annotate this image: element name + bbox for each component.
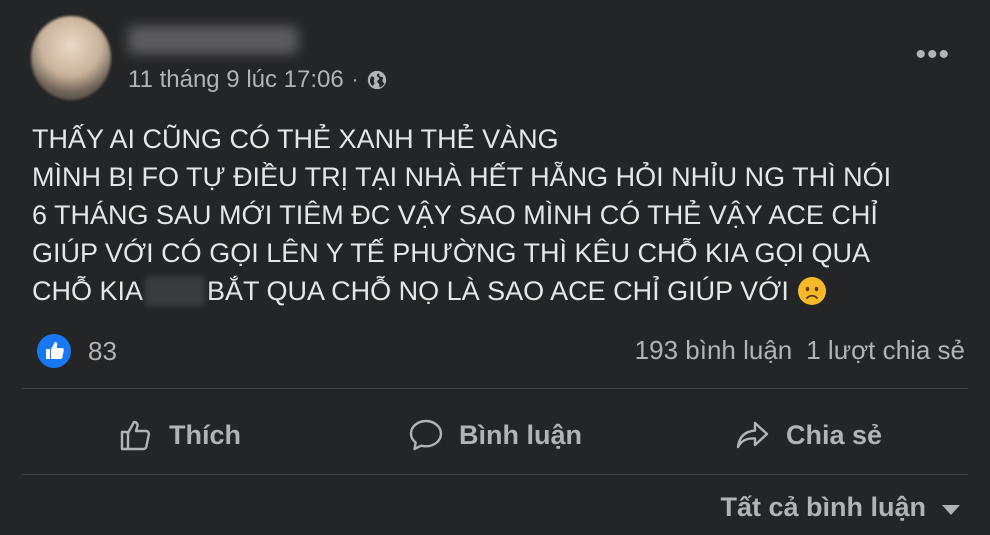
reaction-count: 83: [88, 335, 117, 366]
share-label: Chia sẻ: [786, 419, 883, 450]
comment-button[interactable]: Bình luận: [407, 412, 582, 458]
author-name-redacted[interactable]: [128, 26, 298, 54]
like-reaction-icon: [37, 334, 71, 368]
redacted-text: [145, 276, 206, 306]
post-line-part: BẮT QUA CHỖ NỌ LÀ SAO ACE CHỈ GIÚP VỚI: [207, 276, 789, 306]
like-label: Thích: [169, 419, 241, 450]
share-button[interactable]: Chia sẻ: [734, 412, 882, 458]
post-meta: 11 tháng 9 lúc 17:06 ·: [128, 65, 388, 95]
post-line: GIÚP VỚI CÓ GỌI LÊN Y TẾ PHƯỜNG THÌ KÊU …: [32, 238, 871, 268]
comment-count[interactable]: 193 bình luận: [635, 335, 793, 366]
post-line: 6 THÁNG SAU MỚI TIÊM ĐC VẬY SAO MÌNH CÓ …: [32, 200, 878, 230]
globe-icon: [368, 70, 387, 90]
share-count[interactable]: 1 lượt chia sẻ: [806, 335, 965, 366]
post-body: THẤY AI CŨNG CÓ THẺ XANH THẺ VÀNG MÌNH B…: [32, 120, 967, 310]
post-timestamp[interactable]: 11 tháng 9 lúc 17:06: [128, 66, 344, 94]
more-options-icon[interactable]: •••: [915, 40, 950, 70]
post-line: MÌNH BỊ FO TỰ ĐIỀU TRỊ TẠI NHÀ HẾT HẴNG …: [32, 162, 892, 192]
comment-label: Bình luận: [459, 419, 582, 450]
comments-filter-dropdown[interactable]: Tất cả bình luận: [720, 492, 960, 523]
divider: [22, 474, 968, 475]
caret-down-icon: [942, 504, 960, 515]
engagement-counts: 193 bình luận 1 lượt chia sẻ: [635, 335, 965, 366]
post-line-part: CHỖ KIA: [32, 276, 144, 306]
divider: [22, 388, 968, 389]
meta-separator: ·: [351, 68, 359, 91]
post-line: THẤY AI CŨNG CÓ THẺ XANH THẺ VÀNG: [32, 124, 559, 154]
reactions-summary[interactable]: 83: [36, 333, 117, 369]
sad-face-emoji-icon: [797, 277, 826, 305]
facebook-post: 11 tháng 9 lúc 17:06 · ••• THẤY AI CŨNG …: [0, 0, 990, 535]
comments-filter-label: Tất cả bình luận: [720, 492, 926, 522]
thumbs-up-icon: [120, 420, 151, 451]
comment-bubble-icon: [409, 419, 443, 451]
like-button[interactable]: Thích: [117, 412, 241, 458]
avatar[interactable]: [31, 16, 111, 100]
share-arrow-icon: [736, 421, 769, 449]
post-line-last: CHỖ KIA BẮT QUA CHỖ NỌ LÀ SAO ACE CHỈ GI…: [32, 272, 967, 310]
